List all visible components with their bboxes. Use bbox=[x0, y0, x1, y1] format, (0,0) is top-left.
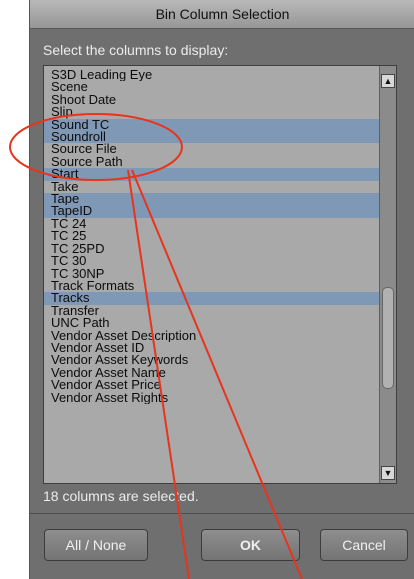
dialog-title: Bin Column Selection bbox=[30, 0, 414, 29]
scrollbar-thumb[interactable] bbox=[382, 287, 394, 390]
column-list-item[interactable]: Tape bbox=[44, 193, 380, 206]
column-list-item[interactable]: Source Path bbox=[44, 156, 380, 168]
all-none-button[interactable]: All / None bbox=[44, 529, 148, 561]
column-list-item[interactable]: Take bbox=[44, 181, 380, 193]
column-list-item[interactable]: TC 24 bbox=[44, 218, 380, 230]
selection-status: 18 columns are selected. bbox=[43, 488, 199, 504]
column-list-item[interactable]: Scene bbox=[44, 81, 380, 93]
column-list-item[interactable]: Start bbox=[44, 168, 380, 181]
column-list-item[interactable]: Vendor Asset Rights bbox=[44, 392, 380, 404]
column-list-item[interactable]: TC 30NP bbox=[44, 268, 380, 280]
column-list-item[interactable]: Shoot Date bbox=[44, 94, 380, 106]
column-list-item[interactable]: Vendor Asset ID bbox=[44, 342, 380, 354]
scroll-down-arrow-icon[interactable]: ▼ bbox=[381, 466, 395, 480]
footer-divider bbox=[30, 513, 414, 514]
column-list-item[interactable]: Sound TC bbox=[44, 118, 380, 132]
column-listbox[interactable]: S3D Leading Eye Scene Shoot Date Slip Sound … bbox=[43, 65, 397, 484]
column-list-item[interactable]: UNC Path bbox=[44, 317, 380, 329]
list-scrollbar[interactable]: ▲ ▼ bbox=[379, 66, 396, 483]
column-list-item[interactable]: Vendor Asset Description bbox=[44, 330, 380, 342]
column-list-item[interactable]: Vendor Asset Keywords bbox=[44, 354, 380, 366]
column-list-item[interactable]: Transfer bbox=[44, 305, 380, 317]
scroll-up-arrow-icon[interactable]: ▲ bbox=[381, 74, 395, 88]
cancel-button[interactable]: Cancel bbox=[320, 529, 408, 561]
bin-column-selection-dialog: Bin Column Selection Select the columns … bbox=[29, 0, 414, 579]
column-list-item[interactable]: Vendor Asset Price bbox=[44, 379, 380, 391]
column-list: S3D Leading Eye Scene Shoot Date Slip Sound … bbox=[44, 69, 380, 404]
instruction-label: Select the columns to display: bbox=[43, 42, 229, 58]
column-list-item[interactable]: Track Formats bbox=[44, 280, 380, 292]
column-list-item[interactable]: Soundroll bbox=[44, 131, 380, 144]
column-list-item[interactable]: S3D Leading Eye bbox=[44, 69, 380, 81]
column-list-item[interactable]: TC 30 bbox=[44, 255, 380, 267]
column-list-item[interactable]: TC 25PD bbox=[44, 243, 380, 255]
column-list-item[interactable]: TC 25 bbox=[44, 230, 380, 242]
column-list-item[interactable]: Source File bbox=[44, 143, 380, 155]
column-list-item[interactable]: TapeID bbox=[44, 205, 380, 218]
column-list-item[interactable]: Slip bbox=[44, 106, 380, 118]
column-list-item[interactable]: Tracks bbox=[44, 292, 380, 305]
ok-button[interactable]: OK bbox=[201, 529, 300, 561]
column-list-item[interactable]: Vendor Asset Name bbox=[44, 367, 380, 379]
